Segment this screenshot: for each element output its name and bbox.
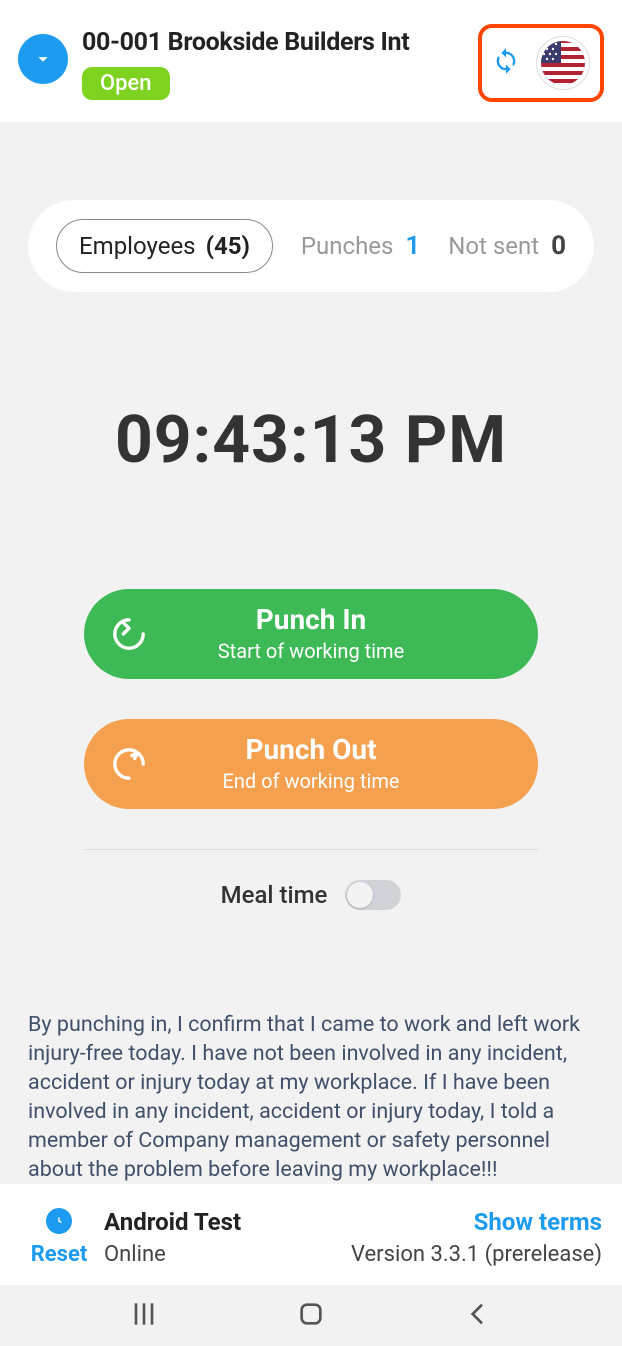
title-column: 00-001 Brookside Builders Int Open [82, 28, 464, 100]
punch-in-icon [112, 617, 146, 651]
back-button[interactable] [462, 1298, 494, 1334]
device-name: Android Test [104, 1208, 351, 1236]
notsent-label: Not sent [448, 232, 539, 260]
highlighted-actions [478, 24, 604, 102]
punch-in-subtitle: Start of working time [146, 639, 476, 663]
content-area: Employees (45) Punches 1 Not sent 0 09:4… [0, 122, 622, 1184]
header: 00-001 Brookside Builders Int Open [0, 0, 622, 122]
disclaimer-text: By punching in, I confirm that I came to… [0, 1010, 622, 1184]
divider [84, 849, 538, 850]
recents-button[interactable] [128, 1298, 160, 1334]
tab-not-sent[interactable]: Not sent 0 [448, 231, 566, 261]
android-navbar [0, 1285, 622, 1346]
expand-button[interactable] [18, 34, 68, 84]
punch-buttons: Punch In Start of working time Punch Out… [0, 589, 622, 849]
punches-label: Punches [301, 232, 394, 260]
status-badge: Open [82, 67, 170, 100]
notsent-count: 0 [551, 231, 566, 261]
meal-time-label: Meal time [221, 881, 328, 909]
sync-button[interactable] [492, 47, 520, 79]
reset-button[interactable]: Reset [20, 1242, 98, 1267]
employees-label: Employees [79, 232, 196, 260]
us-flag-icon [539, 39, 587, 87]
version-label: Version 3.3.1 (prerelease) [351, 1242, 602, 1267]
tabs-bar: Employees (45) Punches 1 Not sent 0 [28, 200, 594, 292]
meal-time-row: Meal time [0, 880, 622, 910]
punch-out-subtitle: End of working time [146, 769, 476, 793]
footer: Reset Android Test Online Show terms Ver… [0, 1184, 622, 1285]
punches-count: 1 [405, 231, 420, 261]
chevron-down-icon [32, 48, 54, 70]
language-button[interactable] [536, 36, 590, 90]
punch-out-icon [112, 747, 146, 781]
punch-out-title: Punch Out [146, 735, 476, 766]
tab-punches[interactable]: Punches 1 [301, 231, 420, 261]
home-button[interactable] [295, 1298, 327, 1334]
job-title: 00-001 Brookside Builders Int [82, 28, 464, 57]
employees-count: (45) [206, 232, 250, 260]
meal-time-toggle[interactable] [345, 880, 401, 910]
punch-out-button[interactable]: Punch Out End of working time [84, 719, 538, 809]
tabs-container: Employees (45) Punches 1 Not sent 0 [0, 122, 622, 292]
online-status: Online [104, 1242, 351, 1267]
punch-in-title: Punch In [146, 605, 476, 636]
tab-employees[interactable]: Employees (45) [56, 219, 273, 273]
clock-icon [46, 1208, 72, 1234]
current-time: 09:43:13 PM [0, 402, 622, 479]
punch-in-button[interactable]: Punch In Start of working time [84, 589, 538, 679]
sync-icon [492, 47, 520, 75]
show-terms-link[interactable]: Show terms [351, 1208, 602, 1236]
